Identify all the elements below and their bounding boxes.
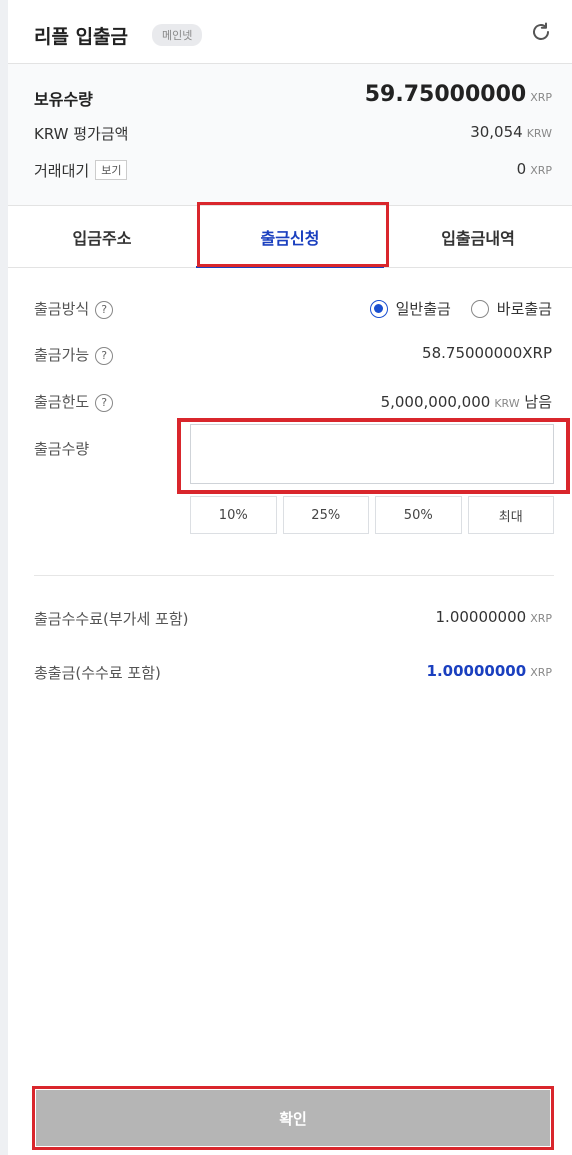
amount-input[interactable] — [190, 424, 554, 484]
balance-unit: XRP — [530, 91, 552, 104]
balance-value: 59.75000000 XRP — [364, 82, 552, 107]
withdrawal-panel: 리플 입출금 메인넷 보유수량 59.75000000 XRP KRW 평가금액 … — [8, 0, 572, 1155]
section-divider — [34, 575, 554, 576]
view-pending-button[interactable]: 보기 — [95, 160, 128, 180]
radio-instant-withdrawal[interactable]: 바로출금 — [470, 298, 552, 319]
radio-normal-withdrawal[interactable]: 일반출금 — [369, 298, 451, 319]
amount-label: 출금수량 — [34, 440, 90, 458]
help-icon[interactable]: ? — [95, 301, 114, 319]
percent-buttons: 10% 25% 50% 최대 — [190, 496, 554, 534]
method-radio-group: 일반출금 바로출금 — [369, 298, 552, 319]
percent-max-button[interactable]: 최대 — [467, 496, 554, 534]
fee-value: 1.00000000 XRP — [435, 608, 552, 626]
radio-checked-icon — [369, 299, 388, 318]
pending-value: 0 XRP — [516, 160, 552, 178]
percent-10-button[interactable]: 10% — [190, 496, 277, 534]
available-label: 출금가능? — [34, 344, 114, 365]
balance-label: 보유수량 — [34, 90, 93, 109]
network-badge: 메인넷 — [152, 24, 203, 46]
radio-label: 일반출금 — [395, 300, 451, 318]
percent-50-button[interactable]: 50% — [375, 496, 462, 534]
total-value: 1.00000000 XRP — [426, 662, 552, 680]
total-unit: XRP — [530, 666, 552, 679]
help-icon[interactable]: ? — [95, 394, 114, 412]
fee-unit: XRP — [530, 612, 552, 625]
limit-unit: KRW — [494, 397, 520, 410]
help-icon[interactable]: ? — [95, 347, 114, 365]
holdings-summary: 보유수량 59.75000000 XRP KRW 평가금액 30,054 KRW 거… — [8, 64, 572, 206]
pending-unit: XRP — [530, 164, 552, 177]
tab-withdraw-request[interactable]: 출금신청 — [196, 206, 384, 268]
pending-label: 거래대기 보기 — [34, 160, 128, 181]
total-label: 총출금(수수료 포함) — [34, 664, 161, 682]
tab-deposit-address[interactable]: 입금주소 — [8, 206, 196, 267]
page-title: 리플 입출금 — [34, 26, 129, 48]
tab-history[interactable]: 입출금내역 — [384, 206, 572, 267]
radio-unchecked-icon — [470, 299, 489, 318]
refresh-icon[interactable] — [529, 20, 553, 44]
percent-25-button[interactable]: 25% — [282, 496, 369, 534]
krw-valuation-value: 30,054 KRW — [470, 123, 552, 141]
radio-label: 바로출금 — [496, 300, 552, 318]
limit-label: 출금한도? — [34, 391, 114, 412]
tab-bar: 입금주소 출금신청 입출금내역 — [8, 206, 572, 268]
available-value: 58.75000000XRP — [422, 344, 552, 362]
panel-header: 리플 입출금 메인넷 — [8, 0, 572, 64]
method-label: 출금방식? — [34, 298, 114, 319]
limit-value: 5,000,000,000 KRW 남음 — [380, 393, 552, 411]
confirm-button[interactable]: 확인 — [36, 1090, 550, 1146]
krw-unit: KRW — [526, 127, 552, 140]
krw-valuation-label: KRW 평가금액 — [34, 125, 129, 143]
fee-label: 출금수수료(부가세 포함) — [34, 610, 189, 628]
